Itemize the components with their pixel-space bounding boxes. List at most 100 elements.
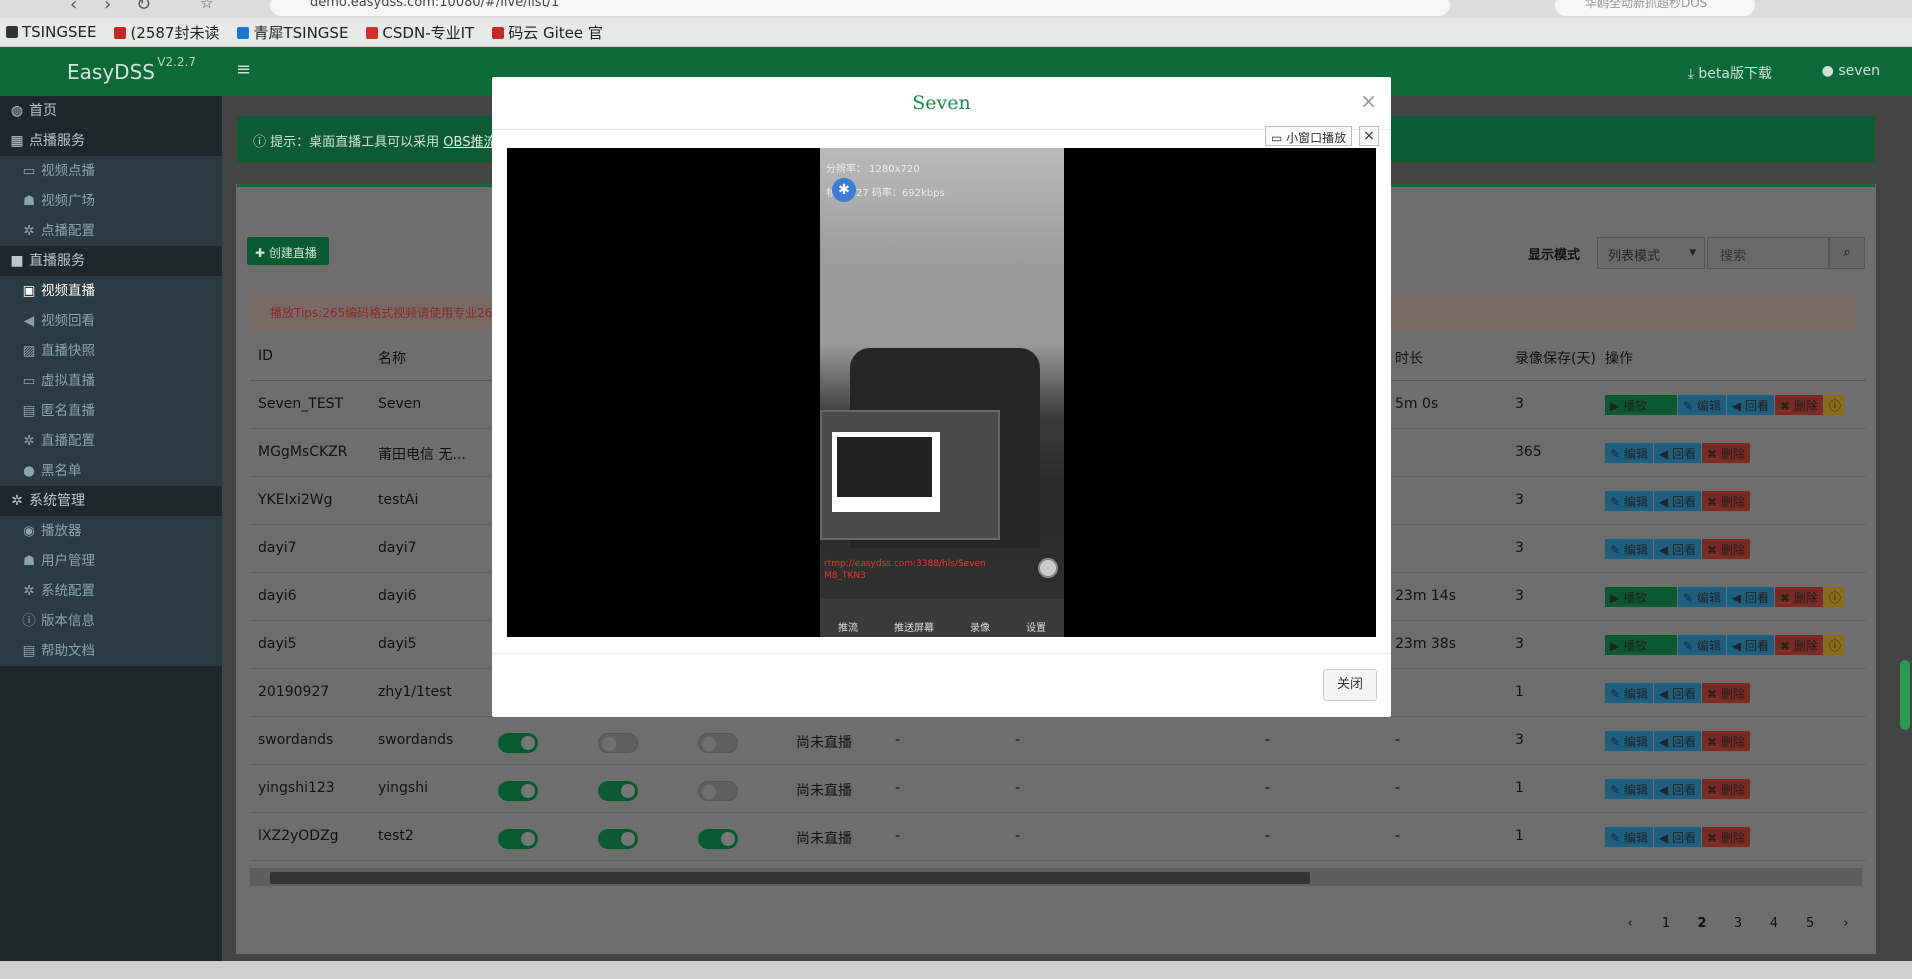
page-scrollbar[interactable]	[1900, 660, 1910, 730]
toggle-switch[interactable]	[498, 733, 538, 753]
sidebar-item-8[interactable]: ▨ 直播快照	[0, 336, 222, 366]
delete-button[interactable]: ✖ 删除	[1701, 827, 1750, 847]
video-player[interactable]: 分辨率： 1280x720 帧率：27 码率：692kbps ✱ rtmp://…	[507, 148, 1376, 637]
replay-button[interactable]: ◀ 回看	[1726, 587, 1774, 607]
sidebar-item-label: 虚拟直播	[41, 373, 95, 389]
user-menu[interactable]: ● seven	[1822, 63, 1880, 79]
toggle-switch[interactable]	[498, 781, 538, 801]
bookmark-item[interactable]: 码云 Gitee 官	[492, 22, 603, 43]
browser-search-box[interactable]: 华鸥全动新抓超秒DOS	[1555, 0, 1755, 16]
sidebar-item-6[interactable]: ▣ 视频直播	[0, 276, 222, 306]
sidebar-item-1[interactable]: ▦ 点播服务	[0, 126, 222, 156]
close-icon[interactable]: ×	[1360, 89, 1377, 113]
sidebar-item-4[interactable]: ✲ 点播配置	[0, 216, 222, 246]
play-button[interactable]: ▶ 播放	[1605, 395, 1677, 415]
display-mode-select[interactable]: 列表模式 ▾	[1597, 237, 1705, 269]
search-icon[interactable]: ⌕	[1829, 237, 1865, 269]
scroll-thumb[interactable]	[270, 872, 1310, 884]
gear-icon: ✲	[23, 433, 35, 449]
sidebar-item-12[interactable]: ● 黑名单	[0, 456, 222, 486]
sidebar-item-14[interactable]: ◉ 播放器	[0, 516, 222, 546]
sidebar-item-18[interactable]: ▤ 帮助文档	[0, 636, 222, 666]
edit-button[interactable]: ✎ 编辑	[1678, 587, 1726, 607]
app-logo[interactable]: EasyDSS V2.2.7	[0, 47, 222, 96]
bookmark-item[interactable]: CSDN-专业IT	[366, 22, 474, 43]
beta-download-link[interactable]: ⤓ beta版下载	[1688, 63, 1772, 83]
delete-button[interactable]: ✖ 删除	[1774, 587, 1823, 607]
edit-button[interactable]: ✎ 编辑	[1605, 491, 1653, 511]
reload-icon[interactable]: ↻	[136, 0, 151, 15]
bookmark-star-icon[interactable]: ☆	[200, 0, 213, 12]
forward-icon[interactable]: ›	[104, 0, 111, 15]
sidebar-item-7[interactable]: ◀ 视频回看	[0, 306, 222, 336]
edit-button[interactable]: ✎ 编辑	[1605, 683, 1653, 703]
sidebar-item-17[interactable]: ⓘ 版本信息	[0, 606, 222, 636]
toggle-switch[interactable]	[498, 829, 538, 849]
toggle-switch[interactable]	[698, 829, 738, 849]
bookmark-item[interactable]: TSINGSEE	[6, 23, 96, 41]
sidebar-item-16[interactable]: ✲ 系统配置	[0, 576, 222, 606]
replay-button[interactable]: ◀ 回看	[1653, 683, 1701, 703]
mini-close-icon[interactable]: ×	[1359, 126, 1379, 146]
replay-button[interactable]: ◀ 回看	[1726, 635, 1774, 655]
next-page-icon[interactable]: ›	[1828, 916, 1864, 931]
replay-button[interactable]: ◀ 回看	[1653, 539, 1701, 559]
create-live-button[interactable]: ✚ 创建直播	[247, 237, 329, 265]
bookmark-item[interactable]: (2587封未读	[114, 22, 219, 43]
delete-button[interactable]: ✖ 删除	[1701, 491, 1750, 511]
info-button[interactable]: ⓘ	[1823, 635, 1844, 655]
hamburger-menu-icon[interactable]: ≡	[236, 59, 251, 80]
edit-button[interactable]: ✎ 编辑	[1605, 827, 1653, 847]
sidebar-item-15[interactable]: ☗ 用户管理	[0, 546, 222, 576]
edit-button[interactable]: ✎ 编辑	[1678, 395, 1726, 415]
delete-button[interactable]: ✖ 删除	[1774, 635, 1823, 655]
replay-button[interactable]: ◀ 回看	[1726, 395, 1774, 415]
edit-button[interactable]: ✎ 编辑	[1605, 731, 1653, 751]
sidebar-item-5[interactable]: ■ 直播服务	[0, 246, 222, 276]
back-icon[interactable]: ‹	[70, 0, 77, 15]
play-button[interactable]: ▶ 播放	[1605, 635, 1677, 655]
mini-window-button[interactable]: ▭ 小窗口播放	[1265, 126, 1353, 146]
delete-button[interactable]: ✖ 删除	[1774, 395, 1823, 415]
delete-button[interactable]: ✖ 删除	[1701, 683, 1750, 703]
page-number[interactable]: 2	[1684, 916, 1720, 931]
play-button[interactable]: ▶ 播放	[1605, 587, 1677, 607]
address-bar[interactable]: demo.easydss.com:10080/#/live/list/1	[270, 0, 1450, 16]
delete-button[interactable]: ✖ 删除	[1701, 779, 1750, 799]
replay-button[interactable]: ◀ 回看	[1653, 827, 1701, 847]
sidebar-item-13[interactable]: ✲ 系统管理	[0, 486, 222, 516]
search-input[interactable]: 搜索	[1707, 237, 1829, 269]
toggle-switch[interactable]	[698, 781, 738, 801]
sidebar-item-0[interactable]: ◍ 首页	[0, 96, 222, 126]
sidebar-item-10[interactable]: ▤ 匿名直播	[0, 396, 222, 426]
page-number[interactable]: 3	[1720, 916, 1756, 931]
toggle-switch[interactable]	[598, 829, 638, 849]
sidebar-item-3[interactable]: ☗ 视频广场	[0, 186, 222, 216]
delete-button[interactable]: ✖ 删除	[1701, 443, 1750, 463]
sidebar-item-9[interactable]: ▭ 虚拟直播	[0, 366, 222, 396]
edit-button[interactable]: ✎ 编辑	[1605, 779, 1653, 799]
prev-page-icon[interactable]: ‹	[1612, 916, 1648, 931]
delete-button[interactable]: ✖ 删除	[1701, 731, 1750, 751]
delete-button[interactable]: ✖ 删除	[1701, 539, 1750, 559]
edit-button[interactable]: ✎ 编辑	[1678, 635, 1726, 655]
info-button[interactable]: ⓘ	[1823, 395, 1844, 415]
replay-button[interactable]: ◀ 回看	[1653, 731, 1701, 751]
replay-button[interactable]: ◀ 回看	[1653, 443, 1701, 463]
toggle-switch[interactable]	[698, 733, 738, 753]
table-hscrollbar[interactable]	[250, 868, 1862, 886]
replay-button[interactable]: ◀ 回看	[1653, 491, 1701, 511]
edit-button[interactable]: ✎ 编辑	[1605, 443, 1653, 463]
close-button[interactable]: 关闭	[1323, 669, 1377, 701]
page-number[interactable]: 5	[1792, 916, 1828, 931]
replay-button[interactable]: ◀ 回看	[1653, 779, 1701, 799]
toggle-switch[interactable]	[598, 733, 638, 753]
toggle-switch[interactable]	[598, 781, 638, 801]
page-number[interactable]: 1	[1648, 916, 1684, 931]
page-number[interactable]: 4	[1756, 916, 1792, 931]
sidebar-item-2[interactable]: ▭ 视频点播	[0, 156, 222, 186]
info-button[interactable]: ⓘ	[1823, 587, 1844, 607]
sidebar-item-11[interactable]: ✲ 直播配置	[0, 426, 222, 456]
bookmark-item[interactable]: 青犀TSINGSE	[237, 22, 348, 43]
edit-button[interactable]: ✎ 编辑	[1605, 539, 1653, 559]
